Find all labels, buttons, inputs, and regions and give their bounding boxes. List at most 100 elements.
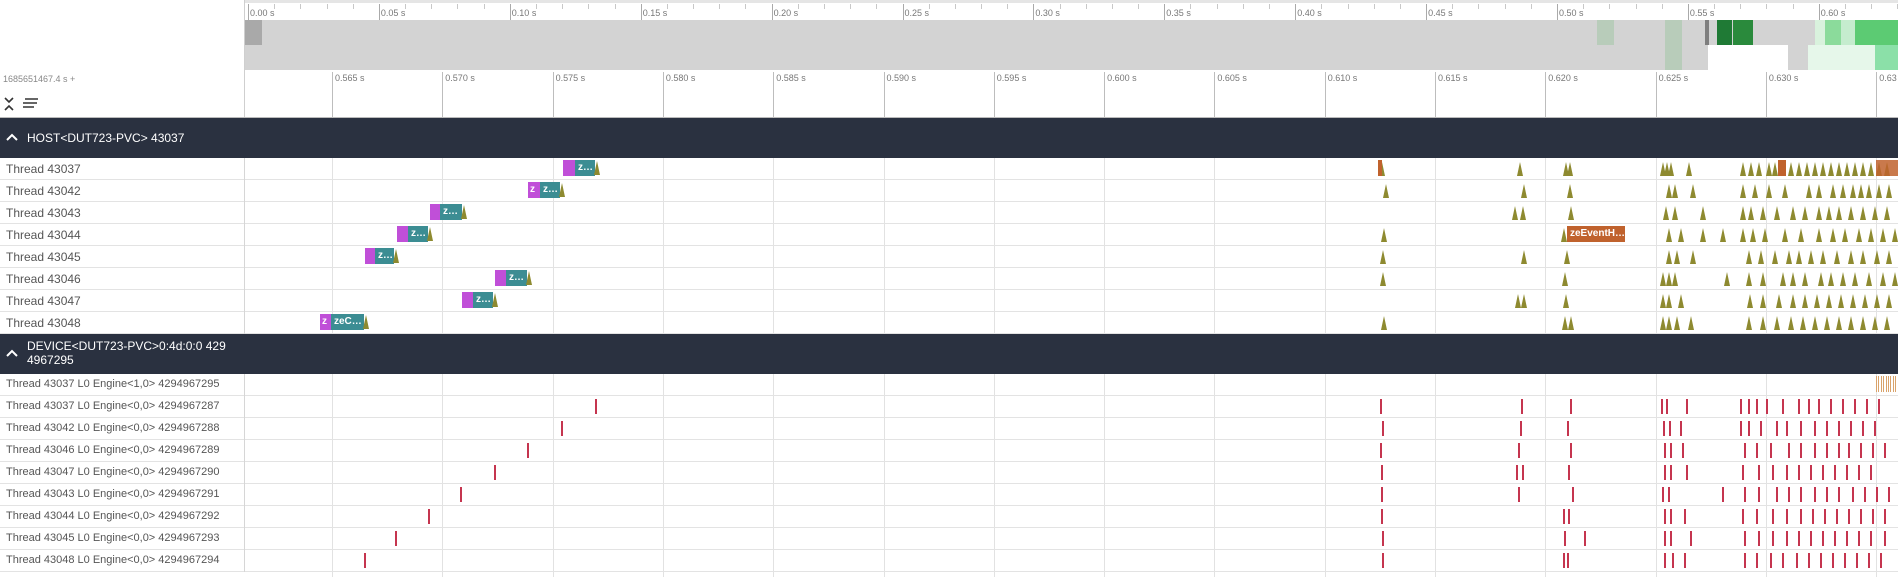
device-activity-marker[interactable] <box>1663 421 1665 436</box>
instant-event-marker[interactable] <box>1766 184 1772 198</box>
device-activity-marker[interactable] <box>1838 443 1840 458</box>
device-activity-marker[interactable] <box>1888 376 1889 392</box>
device-activity-marker[interactable] <box>1568 465 1570 480</box>
instant-event-marker[interactable] <box>1740 206 1746 220</box>
host-thread-row[interactable]: Thread 43043 z… <box>0 202 1898 224</box>
instant-event-marker[interactable] <box>1808 250 1814 264</box>
instant-event-marker[interactable] <box>1700 228 1706 242</box>
device-activity-marker[interactable] <box>1878 399 1880 414</box>
device-activity-marker[interactable] <box>1670 531 1672 546</box>
instant-event-marker[interactable] <box>1690 184 1696 198</box>
instant-event-marker[interactable] <box>1802 294 1808 308</box>
instant-event-marker[interactable] <box>1818 272 1824 286</box>
device-activity-marker[interactable] <box>1758 465 1760 480</box>
instant-event-marker[interactable] <box>1678 294 1684 308</box>
chevron-up-icon[interactable] <box>6 131 18 144</box>
device-activity-marker[interactable] <box>1838 487 1840 502</box>
instant-event-marker[interactable] <box>1380 272 1386 286</box>
device-thread-row[interactable]: Thread 43037 L0 Engine<1,0> 4294967295 <box>0 374 1898 396</box>
device-activity-marker[interactable] <box>1883 376 1885 392</box>
device-activity-marker[interactable] <box>494 465 496 480</box>
device-activity-marker[interactable] <box>1760 421 1762 436</box>
host-thread-row[interactable]: Thread 43048 z zeC… <box>0 312 1898 334</box>
instant-event-marker[interactable] <box>1746 272 1752 286</box>
instant-event-marker[interactable] <box>1756 162 1762 176</box>
instant-event-marker[interactable] <box>1850 294 1856 308</box>
instant-event-marker[interactable] <box>1760 294 1766 308</box>
device-activity-marker[interactable] <box>1776 487 1778 502</box>
device-activity-marker[interactable] <box>1796 553 1798 568</box>
device-activity-marker[interactable] <box>1682 443 1684 458</box>
device-thread-row[interactable]: Thread 43042 L0 Engine<0,0> 4294967288 <box>0 418 1898 440</box>
instant-event-marker[interactable] <box>1672 206 1678 220</box>
instant-event-marker[interactable] <box>1802 272 1808 286</box>
instant-event-marker[interactable] <box>1820 162 1826 176</box>
device-activity-marker[interactable] <box>1834 531 1836 546</box>
device-activity-marker[interactable] <box>1670 465 1672 480</box>
instant-event-marker[interactable] <box>1880 228 1886 242</box>
device-activity-marker[interactable] <box>1664 465 1666 480</box>
device-activity-marker[interactable] <box>1670 443 1672 458</box>
instant-event-marker[interactable] <box>1814 294 1820 308</box>
instant-event-marker[interactable] <box>1796 250 1802 264</box>
device-activity-marker[interactable] <box>1664 553 1666 568</box>
device-activity-marker[interactable] <box>1572 487 1574 502</box>
device-activity-marker[interactable] <box>1864 487 1866 502</box>
device-activity-marker[interactable] <box>1872 443 1874 458</box>
instant-event-marker[interactable] <box>526 271 532 285</box>
instant-event-marker[interactable] <box>1672 184 1678 198</box>
instant-event-marker[interactable] <box>1663 206 1669 220</box>
api-call-slice[interactable]: zeC… <box>331 314 364 330</box>
device-activity-marker[interactable] <box>1584 531 1586 546</box>
instant-event-marker[interactable] <box>1858 184 1864 198</box>
instant-event-marker[interactable] <box>559 183 565 197</box>
instant-event-marker[interactable] <box>1758 250 1764 264</box>
instant-event-marker[interactable] <box>1806 184 1812 198</box>
device-activity-marker[interactable] <box>1518 443 1520 458</box>
device-activity-marker[interactable] <box>1666 399 1668 414</box>
instant-event-marker[interactable] <box>1872 206 1878 220</box>
device-activity-marker[interactable] <box>1782 399 1784 414</box>
device-activity-marker[interactable] <box>1520 421 1522 436</box>
instant-event-marker[interactable] <box>1700 206 1706 220</box>
device-activity-marker[interactable] <box>1380 399 1382 414</box>
device-activity-marker[interactable] <box>1874 421 1876 436</box>
instant-event-marker[interactable] <box>1567 184 1573 198</box>
device-activity-marker[interactable] <box>561 421 563 436</box>
api-call-slice[interactable] <box>462 292 473 308</box>
device-activity-marker[interactable] <box>1772 509 1774 524</box>
api-call-slice[interactable] <box>365 248 375 264</box>
device-activity-marker[interactable] <box>1788 487 1790 502</box>
device-activity-marker[interactable] <box>1516 465 1518 480</box>
device-activity-marker[interactable] <box>1662 487 1664 502</box>
instant-event-marker[interactable] <box>1381 228 1387 242</box>
device-activity-marker[interactable] <box>1748 399 1750 414</box>
instant-event-marker[interactable] <box>1796 162 1802 176</box>
event-host-slice[interactable]: zeEventH… <box>1567 226 1625 242</box>
device-activity-marker[interactable] <box>1892 376 1894 392</box>
device-activity-marker[interactable] <box>1810 531 1812 546</box>
device-thread-row[interactable]: Thread 43046 L0 Engine<0,0> 4294967289 <box>0 440 1898 462</box>
device-activity-marker[interactable] <box>1822 465 1824 480</box>
device-activity-marker[interactable] <box>1782 553 1784 568</box>
instant-event-marker[interactable] <box>1747 294 1753 308</box>
instant-event-marker[interactable] <box>1802 206 1808 220</box>
instant-event-marker[interactable] <box>1790 294 1796 308</box>
device-activity-marker[interactable] <box>1868 553 1870 568</box>
device-activity-marker[interactable] <box>1846 465 1848 480</box>
instant-event-marker[interactable] <box>1672 272 1678 286</box>
instant-event-marker[interactable] <box>1876 184 1882 198</box>
device-activity-marker[interactable] <box>595 399 597 414</box>
instant-event-marker[interactable] <box>1812 316 1818 330</box>
device-activity-marker[interactable] <box>428 509 430 524</box>
instant-event-marker[interactable] <box>1774 316 1780 330</box>
device-activity-marker[interactable] <box>1834 465 1836 480</box>
instant-event-marker[interactable] <box>1748 162 1754 176</box>
menu-lines-icon[interactable] <box>22 96 40 114</box>
device-activity-marker[interactable] <box>1830 399 1832 414</box>
device-activity-marker[interactable] <box>1382 531 1384 546</box>
device-activity-marker[interactable] <box>1876 376 1877 392</box>
instant-event-marker[interactable] <box>1521 294 1527 308</box>
instant-event-marker[interactable] <box>1820 250 1826 264</box>
api-call-slice[interactable]: z… <box>440 204 462 220</box>
